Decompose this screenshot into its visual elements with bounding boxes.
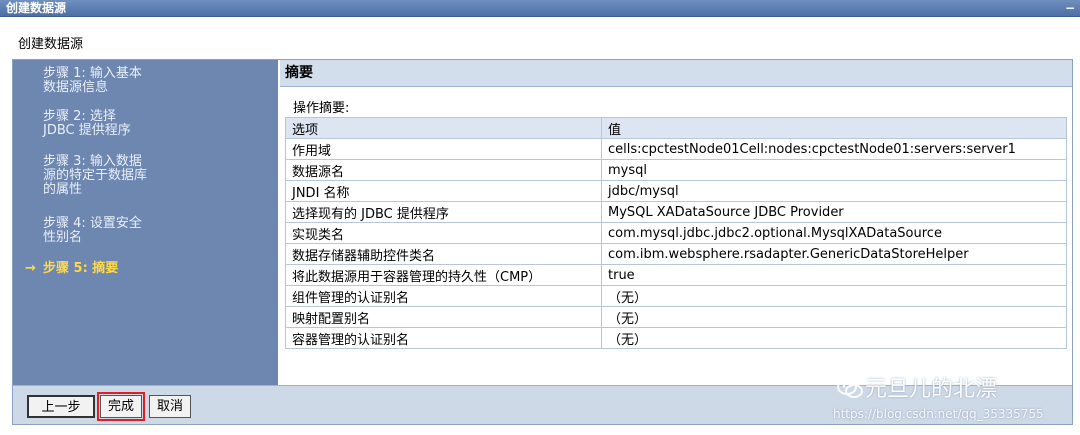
wechat-icon <box>837 379 863 399</box>
table-row: 作用域 cells:cpctestNode01Cell:nodes:cpctest… <box>285 138 1067 160</box>
table-row: 数据源名 mysql <box>285 159 1067 181</box>
previous-button[interactable]: 上一步 <box>27 395 95 418</box>
cancel-button[interactable]: 取消 <box>149 395 191 418</box>
option-cell: 选择现有的 JDBC 提供程序 <box>285 201 602 223</box>
value-cell: jdbc/mysql <box>601 180 1067 202</box>
table-row: 选择现有的 JDBC 提供程序 MySQL XADataSource JDBC P… <box>285 201 1067 223</box>
value-cell: mysql <box>601 159 1067 181</box>
watermark: 元旦儿的北漂 <box>837 371 997 403</box>
value-cell: MySQL XADataSource JDBC Provider <box>601 201 1067 223</box>
summary-table: 选项 值 作用域 cells:cpctestNode01Cell:nodes:cp… <box>285 117 1067 349</box>
value-cell: true <box>601 264 1067 286</box>
option-cell: 实现类名 <box>285 222 602 244</box>
window-titlebar: 创建数据源 − <box>0 0 1080 17</box>
value-cell: （无） <box>601 327 1067 349</box>
summary-header: 摘要 <box>280 60 1072 87</box>
option-cell: 数据源名 <box>285 159 602 181</box>
wizard-steps-sidebar: 步骤 1: 输入基本 数据源信息 步骤 2: 选择 JDBC 提供程序 步骤 3… <box>13 60 278 385</box>
option-cell: 容器管理的认证别名 <box>285 327 602 349</box>
wizard-step-3: 步骤 3: 输入数据 源的特定于数据库 的属性 <box>43 154 148 197</box>
value-cell: com.ibm.websphere.rsadapter.GenericDataS… <box>601 243 1067 265</box>
operation-summary-label: 操作摘要: <box>293 101 350 116</box>
wizard-step-4: 步骤 4: 设置安全 性别名 <box>43 216 142 245</box>
column-header-option: 选项 <box>285 117 602 139</box>
table-row: 数据存储器辅助控件类名 com.ibm.websphere.rsadapter.G… <box>285 243 1067 265</box>
watermark-url: https://blog.csdn.net/qq_35335755 <box>833 407 1044 421</box>
option-cell: 映射配置别名 <box>285 306 602 328</box>
wizard-step-5-current: → 步骤 5: 摘要 <box>25 262 250 276</box>
option-cell: JNDI 名称 <box>285 180 602 202</box>
option-cell: 将此数据源用于容器管理的持久性（CMP） <box>285 264 602 286</box>
table-row: 将此数据源用于容器管理的持久性（CMP） true <box>285 264 1067 286</box>
column-header-value: 值 <box>601 117 1067 139</box>
current-step-arrow-icon: → <box>25 261 36 276</box>
value-cell: （无） <box>601 285 1067 307</box>
minimize-icon[interactable]: − <box>1064 0 1076 17</box>
value-cell: com.mysql.jdbc.jdbc2.optional.MysqlXADat… <box>601 222 1067 244</box>
value-cell: cells:cpctestNode01Cell:nodes:cpctestNod… <box>601 138 1067 160</box>
window-title: 创建数据源 <box>6 1 67 15</box>
table-row: 映射配置别名 （无） <box>285 306 1067 328</box>
wizard-step-2: 步骤 2: 选择 JDBC 提供程序 <box>43 109 131 138</box>
option-cell: 组件管理的认证别名 <box>285 285 602 307</box>
page-title: 创建数据源 <box>18 37 84 52</box>
table-row: 实现类名 com.mysql.jdbc.jdbc2.optional.MysqlX… <box>285 222 1067 244</box>
wizard-step-1: 步骤 1: 输入基本 数据源信息 <box>43 66 142 95</box>
table-row: JNDI 名称 jdbc/mysql <box>285 180 1067 202</box>
table-row: 组件管理的认证别名 （无） <box>285 285 1067 307</box>
option-cell: 数据存储器辅助控件类名 <box>285 243 602 265</box>
table-row: 容器管理的认证别名 （无） <box>285 327 1067 349</box>
current-step-label: 步骤 5: 摘要 <box>43 261 119 276</box>
table-header-row: 选项 值 <box>285 117 1067 139</box>
finish-button[interactable]: 完成 <box>97 392 145 421</box>
watermark-text: 元旦儿的北漂 <box>865 377 998 402</box>
option-cell: 作用域 <box>285 138 602 160</box>
value-cell: （无） <box>601 306 1067 328</box>
summary-content: 摘要 操作摘要: 选项 值 作用域 cells:cpctestNode01Cell… <box>280 60 1072 385</box>
